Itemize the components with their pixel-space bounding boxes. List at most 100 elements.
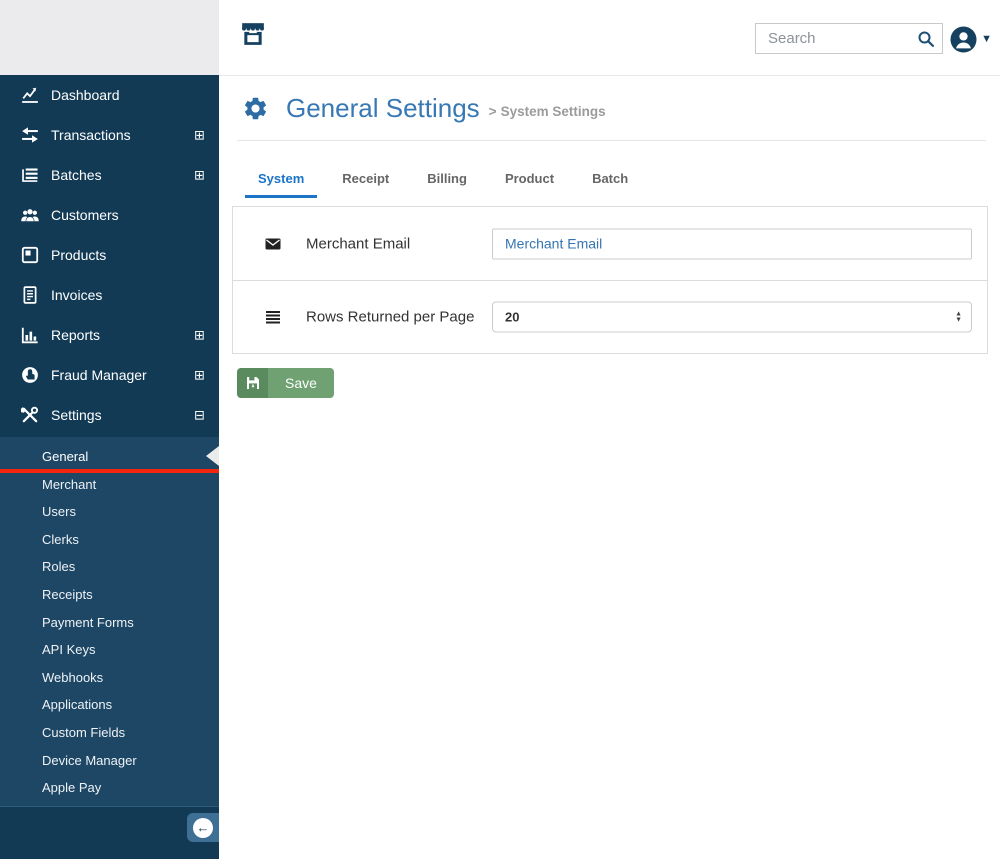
settings-tabs: System Receipt Billing Product Batch [219, 141, 1000, 198]
field-label-merchant-email: Merchant Email [306, 235, 411, 252]
sidebar-nav: Dashboard Transactions ⊞ Batches ⊞ Custo… [0, 75, 219, 435]
breadcrumb-separator: > [488, 104, 497, 119]
submenu-label: General [42, 449, 89, 464]
rows-icon [265, 310, 281, 324]
breadcrumb: > System Settings [489, 104, 606, 119]
expand-icon[interactable]: ⊞ [194, 369, 205, 382]
hand-stop-icon [21, 366, 39, 384]
sidebar-item-label: Transactions [51, 127, 131, 143]
tab-batch[interactable]: Batch [579, 171, 641, 198]
submenu-item-roles[interactable]: Roles [0, 553, 219, 581]
sidebar: Dashboard Transactions ⊞ Batches ⊞ Custo… [0, 0, 219, 859]
title-divider [237, 140, 986, 141]
form-row-rows-per-page: Rows Returned per Page 20 ▲ ▼ [233, 280, 987, 353]
sidebar-item-settings[interactable]: Settings ⊟ [0, 395, 219, 435]
sidebar-item-label: Invoices [51, 287, 103, 303]
sidebar-item-transactions[interactable]: Transactions ⊞ [0, 115, 219, 155]
storefront-icon[interactable] [240, 21, 266, 51]
submenu-label: Users [42, 504, 76, 520]
sidebar-item-label: Fraud Manager [51, 367, 147, 383]
submenu-item-receipts[interactable]: Receipts [0, 581, 219, 609]
topbar: ▼ [219, 0, 1000, 76]
sidebar-item-customers[interactable]: Customers [0, 195, 219, 235]
sidebar-item-dashboard[interactable]: Dashboard [0, 75, 219, 115]
tab-receipt[interactable]: Receipt [329, 171, 402, 198]
settings-form-card: Merchant Email Rows Returned per Page 20… [232, 206, 988, 354]
field-label-rows-per-page: Rows Returned per Page [306, 308, 475, 326]
arrow-left-icon: ← [193, 817, 213, 838]
submenu-label: Custom Fields [42, 724, 126, 740]
chart-line-icon [21, 86, 39, 104]
sidebar-item-label: Batches [51, 167, 102, 183]
rows-per-page-select[interactable]: 20 ▲ ▼ [492, 301, 972, 333]
submenu-label: Apple Pay [42, 780, 102, 796]
sidebar-item-label: Settings [51, 407, 102, 423]
submenu-item-users[interactable]: Users [0, 498, 219, 526]
search-box [755, 23, 943, 54]
tab-product[interactable]: Product [492, 171, 567, 198]
submenu-label: Webhooks [42, 669, 104, 685]
select-value: 20 [505, 309, 520, 325]
page-header: General Settings > System Settings [219, 76, 1000, 141]
sidebar-item-label: Customers [51, 207, 119, 223]
submenu-item-merchant[interactable]: Merchant [0, 471, 219, 499]
submenu-label: Clerks [42, 531, 79, 547]
merchant-email-input[interactable] [492, 228, 972, 259]
app-root: Dashboard Transactions ⊞ Batches ⊞ Custo… [0, 0, 1000, 859]
tab-system[interactable]: System [245, 171, 318, 198]
submenu-label: API Keys [42, 642, 96, 658]
submenu-item-custom-fields[interactable]: Custom Fields [0, 719, 219, 747]
sidebar-item-batches[interactable]: Batches ⊞ [0, 155, 219, 195]
swap-arrows-icon [21, 126, 39, 144]
sidebar-footer: ← [0, 806, 219, 859]
chevron-down-icon[interactable]: ▼ [981, 33, 992, 45]
tab-billing[interactable]: Billing [414, 171, 480, 198]
form-row-merchant-email: Merchant Email [233, 207, 987, 280]
sidebar-item-products[interactable]: Products [0, 235, 219, 275]
collapse-icon[interactable]: ⊟ [194, 409, 205, 422]
breadcrumb-label: System Settings [500, 104, 606, 119]
sidebar-logo-area [0, 0, 219, 75]
main-content: General Settings > System Settings System… [219, 76, 1000, 859]
page-title: General Settings [286, 93, 480, 123]
search-icon[interactable] [917, 30, 935, 48]
submenu-item-payment-forms[interactable]: Payment Forms [0, 609, 219, 637]
gear-icon [242, 95, 269, 122]
bar-chart-icon [21, 326, 39, 344]
sidebar-item-invoices[interactable]: Invoices [0, 275, 219, 315]
invoice-icon [21, 286, 39, 304]
submenu-item-apple-pay[interactable]: Apple Pay [0, 774, 219, 802]
submenu-label: Roles [42, 559, 76, 575]
submenu-label: Payment Forms [42, 614, 134, 630]
save-label: Save [268, 368, 334, 398]
user-avatar-icon[interactable] [950, 26, 977, 53]
submenu-item-general[interactable]: General [0, 443, 219, 473]
users-icon [21, 206, 39, 224]
box-icon [21, 246, 39, 264]
submenu-item-webhooks[interactable]: Webhooks [0, 664, 219, 692]
batch-list-icon [21, 166, 39, 184]
submenu-label: Applications [42, 697, 113, 713]
save-button[interactable]: Save [237, 368, 334, 398]
expand-icon[interactable]: ⊞ [194, 329, 205, 342]
submenu-item-applications[interactable]: Applications [0, 691, 219, 719]
submenu-item-api-keys[interactable]: API Keys [0, 636, 219, 664]
collapse-sidebar-button[interactable]: ← [187, 813, 219, 842]
search-input[interactable] [756, 24, 942, 53]
submenu-label: Receipts [42, 586, 93, 602]
sidebar-item-fraud-manager[interactable]: Fraud Manager ⊞ [0, 355, 219, 395]
select-stepper-icon: ▲ ▼ [955, 310, 962, 323]
tools-icon [21, 406, 39, 424]
envelope-icon [265, 237, 281, 251]
submenu-item-clerks[interactable]: Clerks [0, 526, 219, 554]
expand-icon[interactable]: ⊞ [194, 129, 205, 142]
sidebar-item-label: Reports [51, 327, 101, 343]
submenu-label: Merchant [42, 476, 97, 492]
sidebar-item-label: Products [51, 247, 107, 263]
save-disk-icon [237, 368, 268, 398]
settings-submenu: General Merchant Users Clerks Roles Rece… [0, 437, 219, 806]
submenu-item-device-manager[interactable]: Device Manager [0, 747, 219, 775]
sidebar-item-reports[interactable]: Reports ⊞ [0, 315, 219, 355]
expand-icon[interactable]: ⊞ [194, 169, 205, 182]
sidebar-item-label: Dashboard [51, 87, 120, 103]
